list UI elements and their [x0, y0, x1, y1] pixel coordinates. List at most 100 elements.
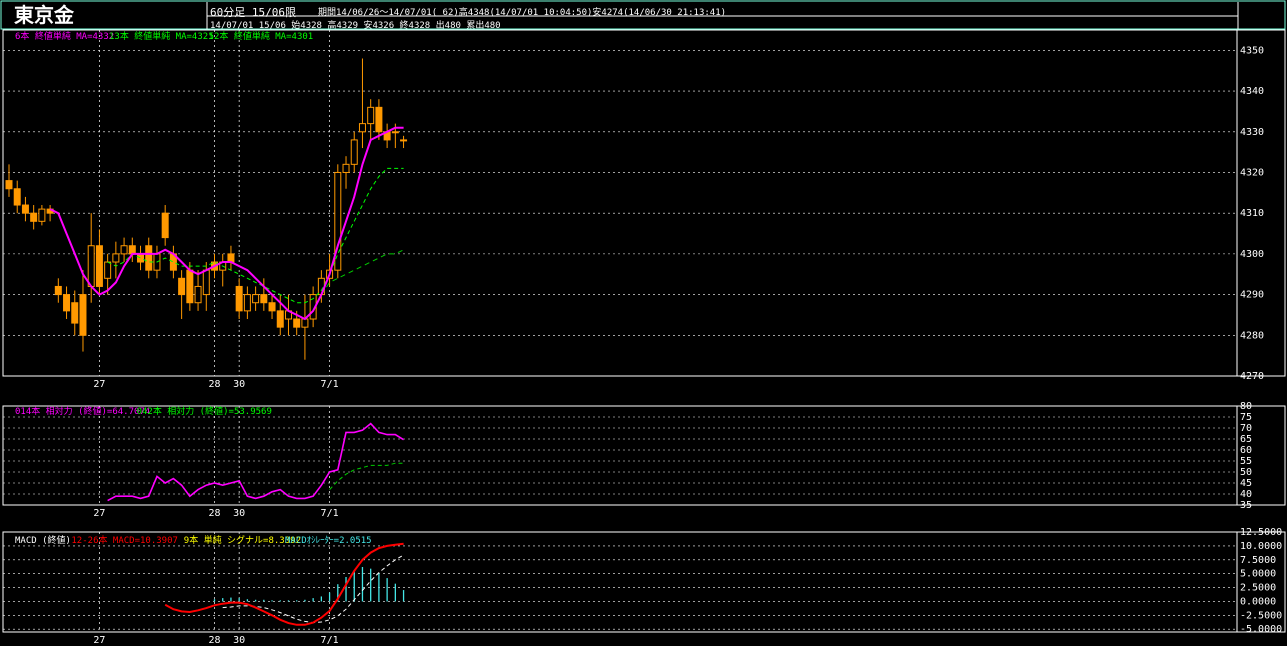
y-tick-label: 0.0000 [1240, 596, 1276, 607]
y-tick-label: 4340 [1240, 86, 1264, 97]
candle [350, 131, 358, 173]
ma6-line [49, 126, 404, 321]
candle [21, 196, 29, 222]
y-tick-label: 7.5000 [1240, 555, 1276, 566]
candle-body-up [400, 139, 408, 142]
candle-body-up [358, 123, 366, 133]
x-tick-label: 30 [233, 508, 245, 519]
y-tick-label: 2.5000 [1240, 583, 1276, 594]
y-tick-label: 65 [1240, 434, 1252, 445]
candle [383, 123, 391, 149]
y-tick-label: 55 [1240, 456, 1252, 467]
candle-body-down [71, 302, 79, 324]
candle [46, 205, 54, 222]
y-tick-label: 4270 [1240, 371, 1264, 382]
y-tick-label: 5.0000 [1240, 569, 1276, 580]
candle [161, 205, 169, 246]
y-tick-label: 70 [1240, 423, 1252, 434]
candle-body-down [5, 180, 13, 190]
candle-body-up [391, 131, 399, 134]
candle-body-up [194, 285, 202, 304]
x-tick-label: 27 [93, 508, 105, 519]
macd-legend: 9本 単純 シグナル=8.3392 [184, 534, 301, 546]
macd-legend: MACD (終値) [15, 534, 71, 546]
chart-canvas: 27 28 30 7/1 27 28 30 7/1 27 28 30 7/1 4350 4340 4330 4… [0, 0, 1286, 646]
candle [334, 164, 342, 279]
candle [227, 245, 235, 271]
candle [95, 229, 103, 295]
x-tick-label: 7/1 [321, 508, 339, 519]
candle [30, 205, 38, 230]
x-tick-label: 28 [208, 635, 220, 646]
candle-body-down [260, 294, 268, 304]
candle [54, 278, 62, 303]
y-tick-label: 4310 [1240, 208, 1264, 219]
chart-window: 東京金 60分足 15/06限 期間14/06/26〜14/07/01( 62)… [0, 0, 1287, 646]
candle-body-up [350, 139, 358, 165]
candle-body-down [227, 253, 235, 263]
y-tick-label: 4320 [1240, 167, 1264, 178]
candle-body-down [128, 245, 136, 255]
candle [301, 294, 309, 360]
candle-body-up [342, 163, 350, 173]
y-tick-label: 35 [1240, 500, 1252, 511]
candle [400, 135, 408, 149]
x-tick-label: 30 [233, 635, 245, 646]
candle-body-down [79, 294, 87, 336]
candle-body-up [87, 245, 95, 287]
pane-frame [2, 29, 1286, 377]
candle-body-down [13, 188, 21, 206]
candle-body-down [54, 285, 62, 296]
y-tick-label: -2.5000 [1240, 610, 1282, 621]
candle [342, 156, 350, 189]
candle-body-down [137, 253, 145, 263]
y-tick-label: 40 [1240, 489, 1252, 500]
x-tick-label: 7/1 [321, 379, 339, 390]
candle [268, 294, 276, 320]
y-tick-label: 50 [1240, 467, 1252, 478]
candle [13, 180, 21, 214]
candle-body-down [63, 294, 71, 312]
candle-body-up [367, 106, 375, 125]
candle-body-down [268, 302, 276, 312]
rsi-legend: 042本 相対力 (終値)=53.9569 [137, 405, 272, 417]
candle-body-up [243, 294, 251, 312]
candle [194, 270, 202, 311]
rsi-legend: 014本 相対力 (終値)=64.7074 [15, 405, 150, 417]
candle [112, 241, 120, 279]
y-tick-label: 45 [1240, 478, 1252, 489]
y-tick-label: 4350 [1240, 45, 1264, 56]
candle-body-up [301, 318, 309, 328]
candle-body-up [38, 208, 46, 222]
candle [38, 205, 46, 226]
candle [71, 290, 79, 336]
candle-body-down [30, 212, 38, 222]
candle [63, 286, 71, 320]
x-tick-label: 30 [233, 379, 245, 390]
header-frame [0, 0, 1286, 30]
candle-body-up [202, 269, 210, 296]
y-tick-label: 80 [1240, 401, 1252, 412]
y-tick-label: 4280 [1240, 330, 1264, 341]
x-tick-label: 28 [208, 379, 220, 390]
candle [284, 294, 292, 336]
candle [79, 270, 87, 352]
price-legend: 52本 終値単純 MA=4301 [209, 30, 314, 42]
candle-body-down [21, 204, 29, 214]
candle-body-up [104, 261, 112, 279]
macd-legend: 12-26本 MACD=10.3907 [71, 534, 178, 546]
price-legend: 6本 終値単純 MA=4332 [15, 30, 114, 42]
x-tick-label: 27 [93, 635, 105, 646]
pane-frame [2, 531, 1286, 633]
candle-body-up [252, 294, 260, 304]
macd-legend: MACDｵｼﾚｰﾀｰ=2.0515 [285, 535, 372, 546]
signal-line [222, 554, 404, 624]
ma13-line [107, 167, 404, 304]
rsi14-line [107, 422, 405, 502]
pane-frame [2, 405, 1286, 506]
y-tick-label: 12.5000 [1240, 527, 1282, 538]
y-tick-label: 75 [1240, 412, 1252, 423]
y-tick-label: 10.0000 [1240, 541, 1282, 552]
candle-body-up [112, 253, 120, 263]
candle [5, 164, 13, 197]
